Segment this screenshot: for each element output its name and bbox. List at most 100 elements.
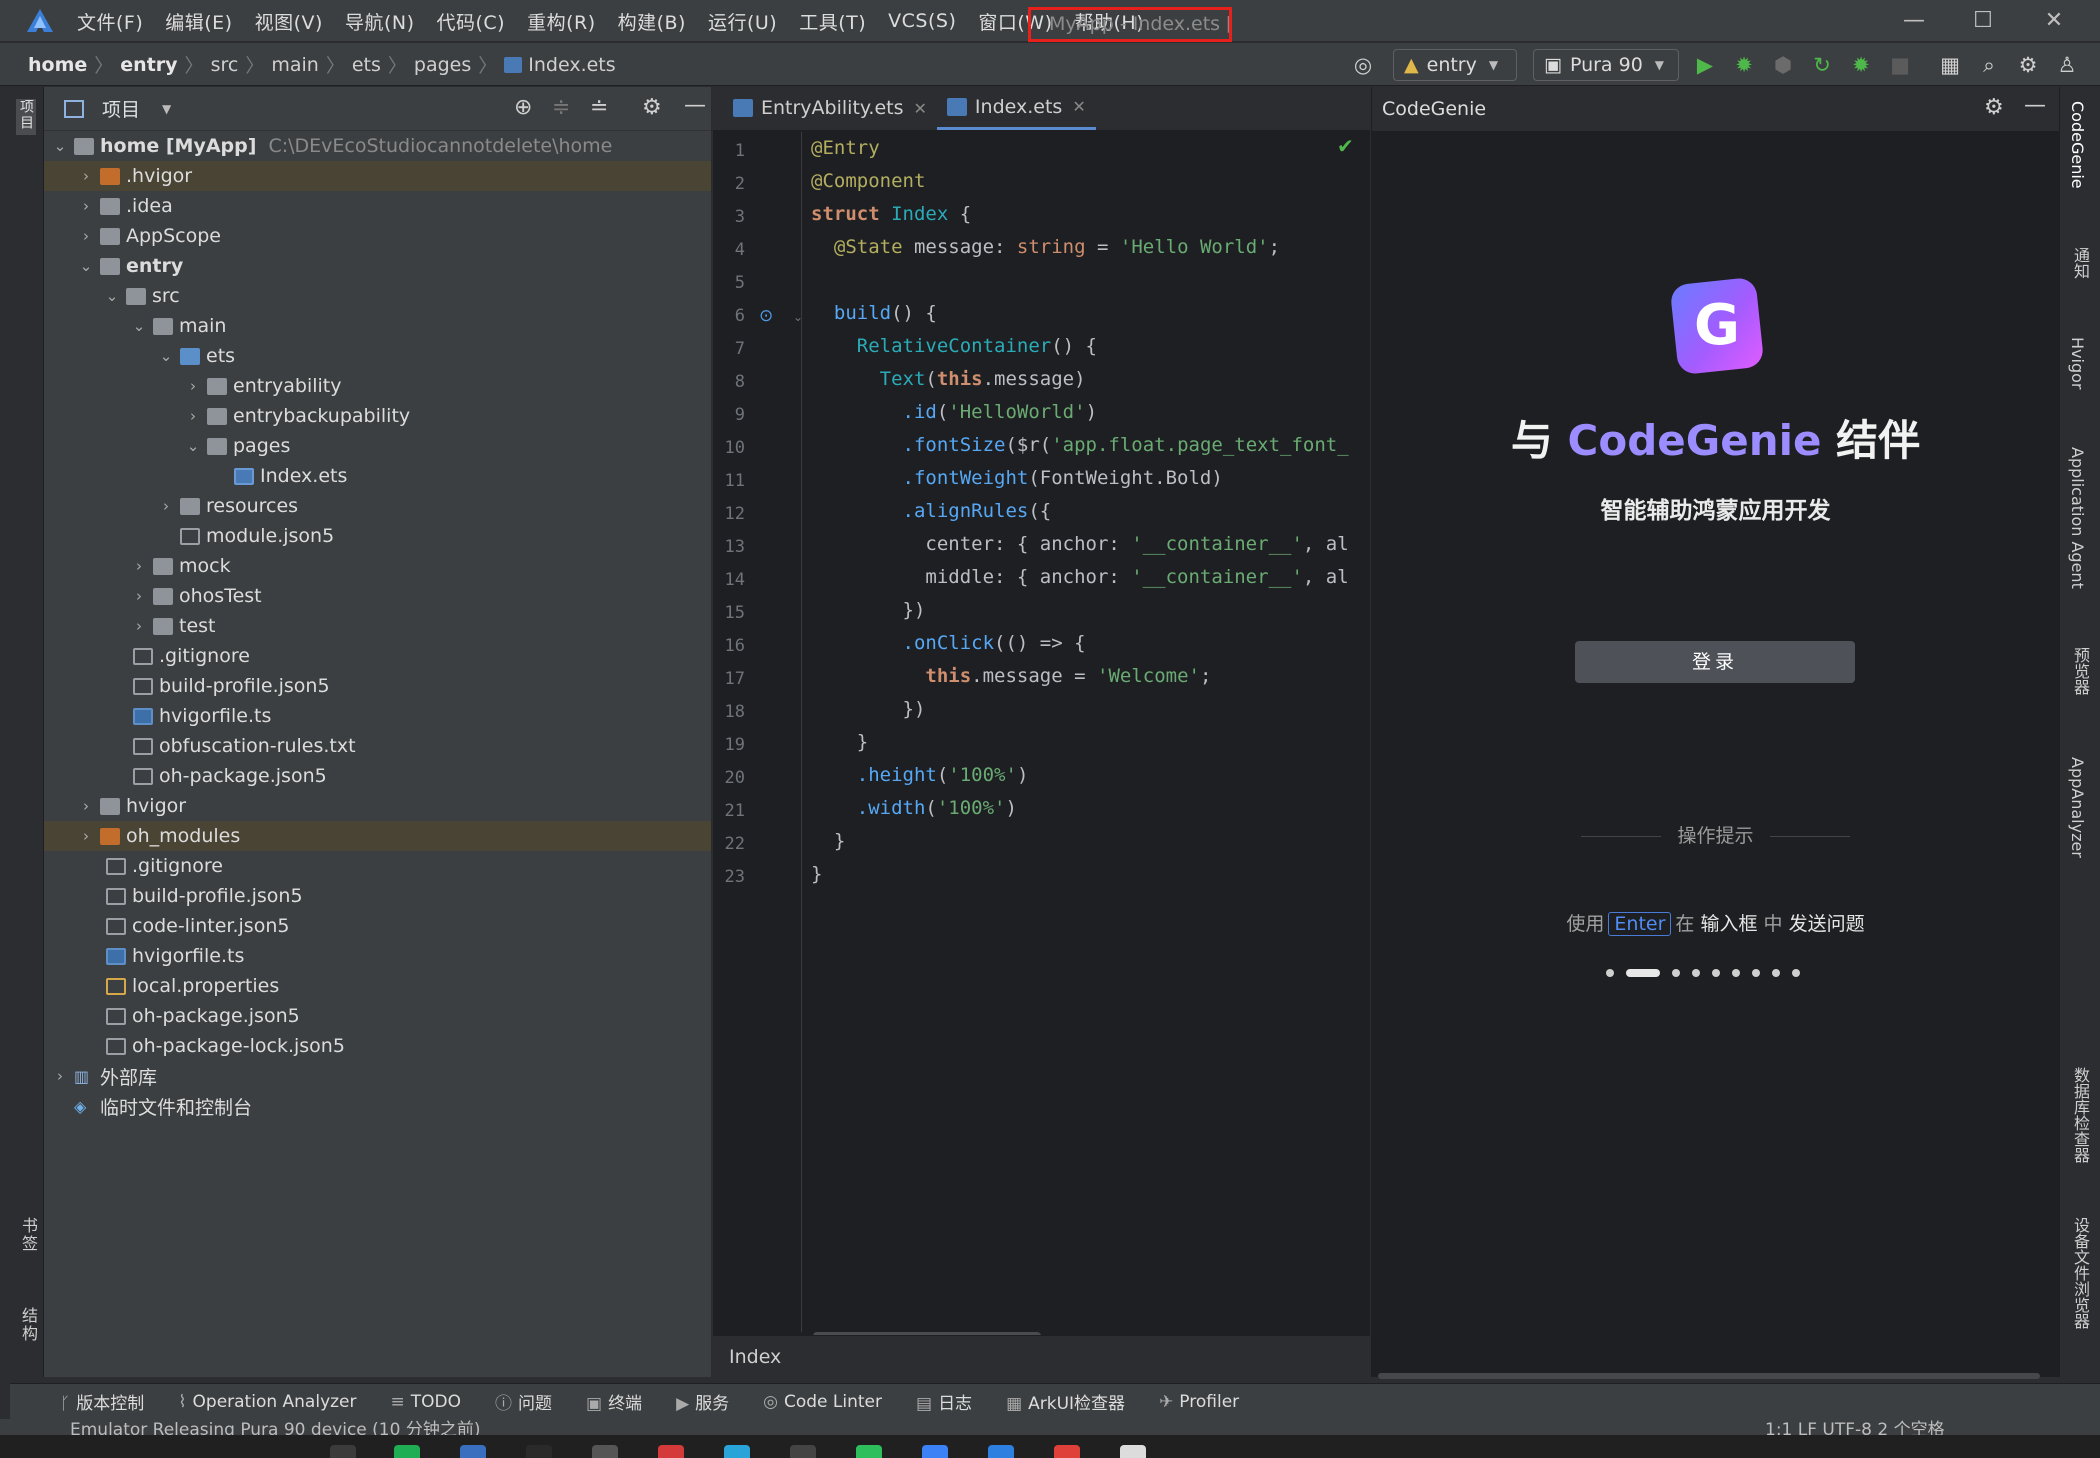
pager-dot-active[interactable] bbox=[1626, 969, 1660, 977]
hvigor-tool-button[interactable]: Hvigor bbox=[2068, 337, 2087, 389]
horizontal-scrollbar[interactable] bbox=[1378, 1373, 2040, 1379]
attach-debugger-icon[interactable]: ⬢ bbox=[1770, 52, 1796, 78]
chevron-down-icon[interactable]: ⌄ bbox=[183, 437, 203, 455]
tree-row-external-libraries[interactable]: › ▥ 外部库 bbox=[44, 1061, 711, 1091]
taskbar-app-icon[interactable] bbox=[988, 1445, 1014, 1458]
tree-row-entry-build-profile[interactable]: build-profile.json5 bbox=[44, 671, 711, 701]
codegenie-tool-button[interactable]: CodeGenie bbox=[2068, 101, 2087, 189]
breadcrumb-src[interactable]: src bbox=[211, 54, 239, 76]
taskbar-app-icon[interactable] bbox=[592, 1445, 618, 1458]
breadcrumb-ets[interactable]: ets bbox=[352, 54, 381, 76]
device-file-browser-tool-button[interactable]: 设备文件浏览器 bbox=[2068, 1217, 2092, 1329]
tree-row-mock[interactable]: › mock bbox=[44, 551, 711, 581]
chevron-down-icon[interactable]: ⌄ bbox=[156, 347, 176, 365]
tab-index[interactable]: Index.ets ✕ bbox=[936, 86, 1096, 130]
tree-row-entry-gitignore[interactable]: .gitignore bbox=[44, 641, 711, 671]
tree-row-entrybackupability[interactable]: › entrybackupability bbox=[44, 401, 711, 431]
tree-row-test[interactable]: › test bbox=[44, 611, 711, 641]
debug-icon[interactable]: ✹ bbox=[1731, 52, 1757, 78]
menu-run[interactable]: 运行(U) bbox=[708, 8, 777, 35]
tree-row-appscope[interactable]: › AppScope bbox=[44, 221, 711, 251]
minimize-icon[interactable]: — bbox=[1894, 6, 1934, 36]
taskbar-app-icon[interactable] bbox=[394, 1445, 420, 1458]
operation-analyzer-tab[interactable]: ⌇ Operation Analyzer bbox=[178, 1392, 356, 1412]
tree-row-scratches[interactable]: ◈ 临时文件和控制台 bbox=[44, 1091, 711, 1121]
code-linter-tab[interactable]: ◎ Code Linter bbox=[763, 1392, 882, 1412]
tree-row-entry[interactable]: ⌄ entry bbox=[44, 251, 711, 281]
tree-row-home[interactable]: ⌄ home [MyApp] C:\DEvEcoStudiocannotdelete… bbox=[44, 131, 711, 161]
database-inspector-tool-button[interactable]: 数据库检查器 bbox=[2068, 1067, 2092, 1163]
tree-row-ohostest[interactable]: › ohosTest bbox=[44, 581, 711, 611]
menu-view[interactable]: 视图(V) bbox=[255, 8, 323, 35]
taskbar-app-icon[interactable] bbox=[526, 1445, 552, 1458]
tree-row-module-json5[interactable]: module.json5 bbox=[44, 521, 711, 551]
login-button[interactable]: 登录 bbox=[1575, 641, 1855, 683]
notifications-tool-button[interactable]: 通知 bbox=[2068, 247, 2092, 279]
hide-panel-icon[interactable]: — bbox=[2024, 93, 2046, 118]
chevron-right-icon[interactable]: › bbox=[156, 497, 176, 515]
project-structure-icon[interactable]: ▦ bbox=[1937, 52, 1963, 78]
pager-dot[interactable] bbox=[1692, 969, 1700, 977]
chevron-right-icon[interactable]: › bbox=[129, 617, 149, 635]
stop-icon[interactable]: ■ bbox=[1887, 52, 1913, 78]
breadcrumb-pages[interactable]: pages bbox=[414, 54, 471, 76]
tree-row-main[interactable]: ⌄ main bbox=[44, 311, 711, 341]
hide-panel-icon[interactable]: — bbox=[684, 93, 706, 118]
tree-row-idea[interactable]: › .idea bbox=[44, 191, 711, 221]
close-tab-icon[interactable]: ✕ bbox=[1072, 97, 1085, 116]
version-control-tab[interactable]: ᚴ 版本控制 bbox=[60, 1389, 144, 1414]
device-selector[interactable]: ▣ Pura 90 ▼ bbox=[1533, 49, 1679, 81]
taskbar-app-icon[interactable] bbox=[330, 1445, 356, 1458]
tree-row-ets[interactable]: ⌄ ets bbox=[44, 341, 711, 371]
tree-row-build-profile[interactable]: build-profile.json5 bbox=[44, 881, 711, 911]
tab-entryability[interactable]: EntryAbility.ets ✕ bbox=[723, 86, 937, 130]
tree-row-oh-package-lock[interactable]: oh-package-lock.json5 bbox=[44, 1031, 711, 1061]
tree-row-oh-package[interactable]: oh-package.json5 bbox=[44, 1001, 711, 1031]
settings-icon[interactable]: ⚙ bbox=[2015, 52, 2041, 78]
profiler-tab[interactable]: ✈ Profiler bbox=[1159, 1392, 1239, 1412]
bookmarks-tool-button[interactable]: 书签 bbox=[16, 1217, 40, 1257]
chevron-right-icon[interactable]: › bbox=[76, 167, 96, 185]
pager-dot[interactable] bbox=[1606, 969, 1614, 977]
chevron-right-icon[interactable]: › bbox=[76, 227, 96, 245]
taskbar-app-icon[interactable] bbox=[460, 1445, 486, 1458]
taskbar-app-icon[interactable] bbox=[922, 1445, 948, 1458]
breadcrumb-entry[interactable]: entry bbox=[120, 54, 177, 76]
tree-row-entryability[interactable]: › entryability bbox=[44, 371, 711, 401]
search-icon[interactable]: ⌕ bbox=[1976, 52, 2002, 78]
appanalyzer-tool-button[interactable]: AppAnalyzer bbox=[2068, 757, 2087, 858]
chevron-right-icon[interactable]: › bbox=[129, 587, 149, 605]
chevron-right-icon[interactable]: › bbox=[76, 197, 96, 215]
problems-tab[interactable]: ⓘ 问题 bbox=[495, 1389, 552, 1414]
close-icon[interactable]: ✕ bbox=[2034, 6, 2074, 36]
pager-dot[interactable] bbox=[1672, 969, 1680, 977]
services-tab[interactable]: ▶ 服务 bbox=[676, 1389, 729, 1414]
run-icon[interactable]: ▶ bbox=[1692, 52, 1718, 78]
tree-row-index-ets[interactable]: Index.ets bbox=[44, 461, 711, 491]
chevron-right-icon[interactable]: › bbox=[76, 827, 96, 845]
tree-row-hvigor-hidden[interactable]: › .hvigor bbox=[44, 161, 711, 191]
taskbar-app-icon[interactable] bbox=[1120, 1445, 1146, 1458]
collapse-all-icon[interactable]: ≐ bbox=[590, 95, 608, 120]
tree-row-resources[interactable]: › resources bbox=[44, 491, 711, 521]
code-area[interactable]: @Entry @Component struct Index { @State … bbox=[811, 132, 1370, 1332]
chevron-down-icon[interactable]: ⌄ bbox=[76, 257, 96, 275]
breadcrumb-file[interactable]: Index.ets bbox=[528, 54, 615, 76]
tree-row-obfuscation-rules[interactable]: obfuscation-rules.txt bbox=[44, 731, 711, 761]
menu-build[interactable]: 构建(B) bbox=[618, 8, 686, 35]
chevron-right-icon[interactable]: › bbox=[50, 1067, 70, 1085]
pager-dot[interactable] bbox=[1772, 969, 1780, 977]
application-agent-tool-button[interactable]: Application Agent bbox=[2068, 447, 2087, 589]
module-selector[interactable]: ▲ entry ▼ bbox=[1393, 49, 1517, 81]
pager-dot[interactable] bbox=[1792, 969, 1800, 977]
pager-dot[interactable] bbox=[1752, 969, 1760, 977]
taskbar-app-icon[interactable] bbox=[724, 1445, 750, 1458]
taskbar-app-icon[interactable] bbox=[790, 1445, 816, 1458]
tree-row-entry-oh-package[interactable]: oh-package.json5 bbox=[44, 761, 711, 791]
menu-edit[interactable]: 编辑(E) bbox=[165, 8, 232, 35]
options-gear-icon[interactable]: ⚙ bbox=[642, 95, 662, 120]
breadcrumb-home[interactable]: home bbox=[28, 54, 87, 76]
menu-refactor[interactable]: 重构(R) bbox=[527, 8, 596, 35]
menu-code[interactable]: 代码(C) bbox=[436, 8, 505, 35]
terminal-tab[interactable]: ▣ 终端 bbox=[586, 1389, 642, 1414]
